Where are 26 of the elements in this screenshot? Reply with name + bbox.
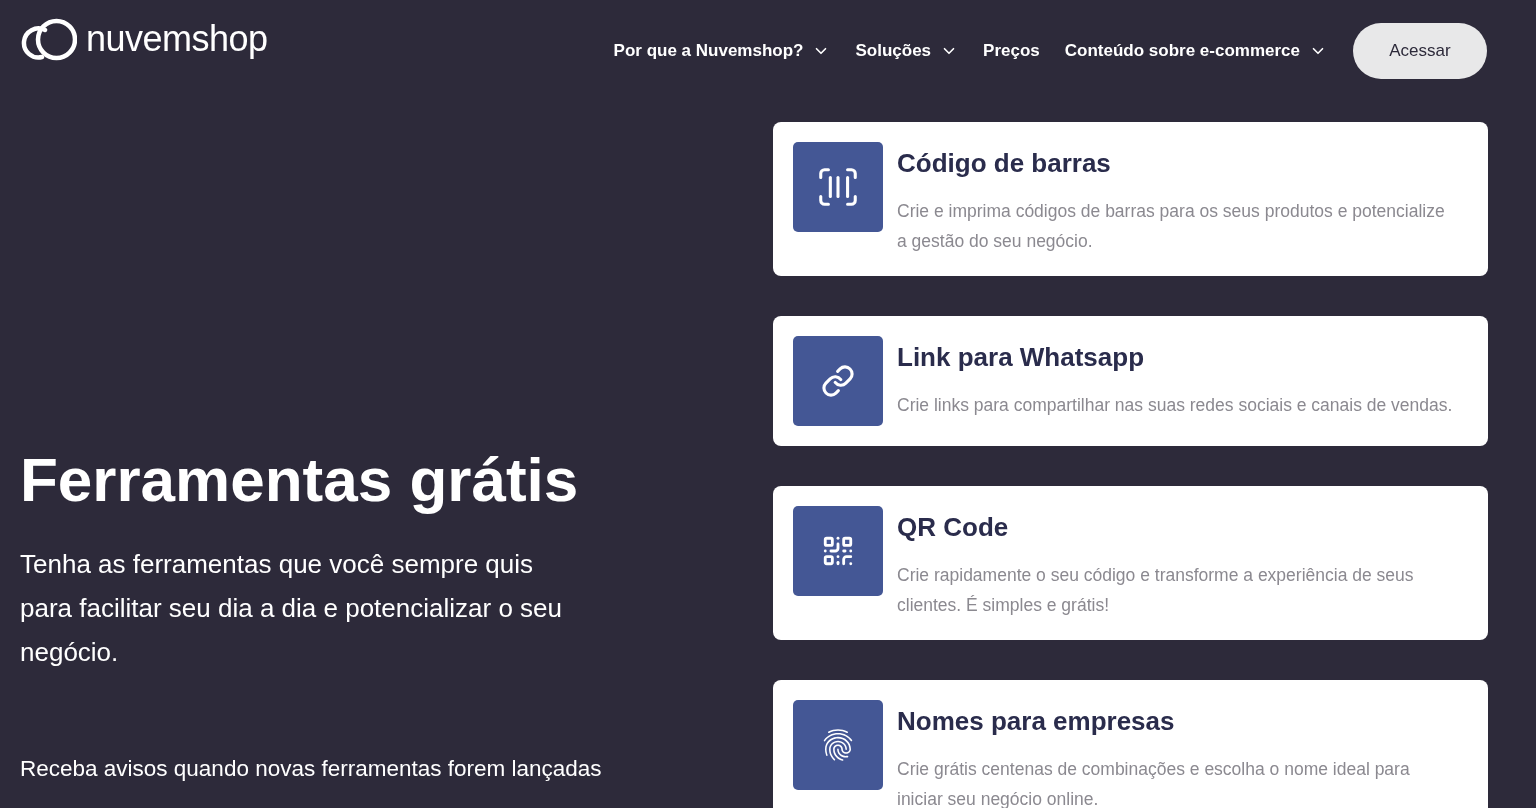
- tool-card[interactable]: Link para Whatsapp Crie links para compartilhar nas suas redes sociais e canais de vendas.: [773, 316, 1488, 446]
- nav-link[interactable]: Conteúdo sobre e-commerce: [1064, 39, 1327, 63]
- nav-link[interactable]: Soluções: [855, 39, 959, 63]
- barcode-icon: [793, 142, 883, 232]
- chain-link-icon: [793, 336, 883, 426]
- hero-title: Ferramentas grátis: [20, 444, 579, 516]
- nav-link[interactable]: Por que a Nuvemshop?: [613, 39, 831, 63]
- notice-text: Receba avisos quando novas ferramentas forem lançadas: [20, 755, 602, 783]
- tool-title: Nomes para empresas: [897, 705, 1175, 738]
- hero-subtitle: Tenha as ferramentas que você sempre quis para facilitar seu dia a dia e potencializar o seu negócio.: [20, 548, 563, 669]
- tool-description: Crie grátis centenas de combinações e escolha o nome ideal para iniciar seu negócio online.: [897, 758, 1411, 808]
- qr-code-icon: [793, 506, 883, 596]
- nav-link[interactable]: Preços: [983, 39, 1040, 63]
- linked-rings-icon: [20, 17, 77, 61]
- tool-title: QR Code: [897, 511, 1009, 544]
- tool-description: Crie links para compartilhar nas suas redes sociais e canais de vendas.: [897, 394, 1453, 417]
- login-button[interactable]: Acessar: [1353, 23, 1487, 79]
- tool-title: Link para Whatsapp: [897, 341, 1145, 374]
- tool-title: Código de barras: [897, 147, 1111, 180]
- fingerprint-icon: [793, 700, 883, 790]
- tool-card[interactable]: Nomes para empresas Crie grátis centenas de combinações e escolha o nome ideal para iniciar seu negócio online.: [773, 680, 1488, 808]
- tool-description: Crie e imprima códigos de barras para os seus produtos e potencialize a gestão do seu negócio.: [897, 200, 1446, 253]
- tool-description: Crie rapidamente o seu código e transforme a experiência de seus clientes. É simples e grátis!: [897, 564, 1415, 617]
- tool-card[interactable]: Código de barras Crie e imprima códigos de barras para os seus produtos e potencialize a gestão do seu negócio.: [773, 122, 1488, 276]
- tool-card[interactable]: QR Code Crie rapidamente o seu código e transforme a experiência de seus clientes. É simples e grátis!: [773, 486, 1488, 640]
- home-logo-link[interactable]: nuvemshop: [20, 17, 268, 61]
